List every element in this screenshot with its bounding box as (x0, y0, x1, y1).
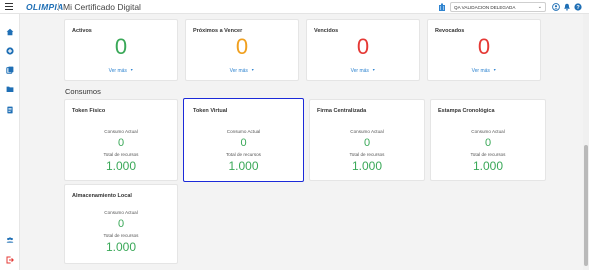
help-icon[interactable]: ? (574, 3, 582, 11)
count-value: 0 (114, 34, 128, 59)
card-token-fisico: Token Físico Consumo Actual 0 Total de r… (64, 99, 178, 181)
logout-icon[interactable] (6, 256, 14, 264)
caret-down-icon: ▼ (129, 68, 134, 72)
company-select[interactable]: QA VALIDACION DELEGADA ⌄ (450, 2, 546, 12)
bell-icon[interactable] (563, 3, 571, 11)
total-label: Total de recursos (470, 152, 506, 157)
total-value: 1.000 (351, 159, 383, 173)
ver-mas-label: Ver más (229, 68, 248, 74)
card-activos: Activos 0 Ver más ▼ (64, 19, 178, 81)
folder-icon[interactable] (6, 85, 14, 93)
current-value: 0 (117, 218, 125, 230)
users-icon[interactable] (6, 236, 14, 244)
ver-mas-link[interactable]: Ver más ▼ (307, 68, 419, 74)
card-revocados: Revocados 0 Ver más ▼ (427, 19, 541, 81)
user-icon[interactable] (552, 3, 560, 11)
certificates-icon[interactable] (6, 66, 14, 74)
ver-mas-label: Ver más (471, 68, 490, 74)
card-proximos-a-vencer: Próximos a Vencer 0 Ver más ▼ (185, 19, 299, 81)
card-estampa-cronologica: Estampa Cronológica Consumo Actual 0 Tot… (430, 99, 546, 181)
card-token-virtual[interactable]: Token Virtual Consumo Actual 0 Total de … (183, 98, 304, 182)
total-value: 1.000 (228, 159, 259, 173)
section-title: Consumos (65, 87, 101, 96)
sidebar (0, 14, 20, 270)
menu-icon[interactable] (5, 3, 13, 10)
count-value: 0 (235, 34, 249, 59)
total-label: Total de recursos (349, 152, 385, 157)
chevron-down-icon: ⌄ (537, 4, 542, 10)
card-title: Token Virtual (193, 108, 228, 114)
total-label: Total de recursos (226, 152, 261, 157)
caret-down-icon: ▼ (492, 68, 497, 72)
card-title: Token Físico (72, 108, 106, 114)
company-select-value: QA VALIDACION DELEGADA (454, 5, 516, 10)
building-icon (439, 3, 445, 11)
current-value: 0 (363, 137, 371, 149)
ver-mas-link[interactable]: Ver más ▼ (428, 68, 540, 74)
document-icon[interactable] (6, 106, 14, 114)
card-vencidos: Vencidos 0 Ver más ▼ (306, 19, 420, 81)
card-almacenamiento-local: Almacenamiento Local Consumo Actual 0 To… (64, 184, 178, 264)
card-title: Almacenamiento Local (72, 193, 132, 199)
current-label: Consumo Actual (226, 129, 261, 134)
top-bar: OLIMPIA Mi Certificado Digital QA VALIDA… (0, 0, 589, 14)
add-circle-icon[interactable] (6, 47, 14, 55)
app-title: Mi Certificado Digital (63, 2, 141, 12)
total-value: 1.000 (105, 240, 137, 254)
home-icon[interactable] (6, 28, 14, 36)
count-value: 0 (356, 34, 370, 59)
current-label: Consumo Actual (104, 210, 138, 215)
logo-divider (58, 3, 59, 11)
count-value: 0 (477, 34, 491, 59)
caret-down-icon: ▼ (250, 68, 255, 72)
card-firma-centralizada: Firma Centralizada Consumo Actual 0 Tota… (309, 99, 425, 181)
total-value: 1.000 (472, 159, 504, 173)
card-title: Estampa Cronológica (438, 108, 495, 114)
card-title: Firma Centralizada (317, 108, 367, 114)
caret-down-icon: ▼ (371, 68, 376, 72)
current-value: 0 (117, 137, 125, 149)
total-label: Total de recursos (103, 233, 139, 238)
ver-mas-link[interactable]: Ver más ▼ (65, 68, 177, 74)
total-label: Total de recursos (103, 152, 139, 157)
current-value: 0 (240, 137, 247, 149)
ver-mas-label: Ver más (350, 68, 369, 74)
ver-mas-label: Ver más (108, 68, 127, 74)
current-label: Consumo Actual (104, 129, 138, 134)
ver-mas-link[interactable]: Ver más ▼ (186, 68, 298, 74)
scrollbar-thumb[interactable] (584, 145, 588, 266)
current-label: Consumo Actual (350, 129, 384, 134)
total-value: 1.000 (105, 159, 137, 173)
current-label: Consumo Actual (471, 129, 505, 134)
current-value: 0 (484, 137, 492, 149)
